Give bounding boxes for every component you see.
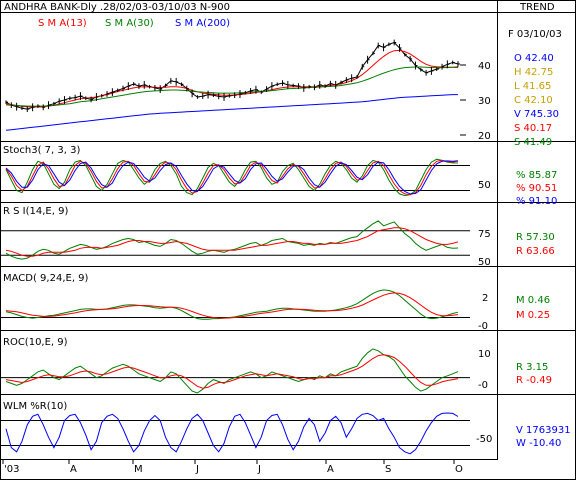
wlm-readout: W -10.40: [516, 438, 561, 449]
series-layer: [0, 39, 470, 455]
quote-item: S 40.17: [514, 123, 552, 134]
x-tick-label: O: [455, 464, 463, 475]
x-tick-label: J: [195, 464, 199, 475]
macd-readout: M 0.25: [516, 310, 550, 321]
legend-sma13: S M A(13): [38, 18, 87, 29]
roc-series-roc: [5, 348, 459, 394]
legend-sma30: S M A(30): [105, 18, 154, 29]
macd-series-macd: [5, 289, 459, 320]
price-tick-20: 20: [478, 131, 491, 142]
rsi-readout: R 57.30: [516, 232, 555, 243]
price-panel: [5, 39, 460, 131]
roc-readout: R 3.15: [516, 362, 548, 373]
technical-chart: ANDHRA BANK-Dly .28/02/03-03/10/03 N-900…: [0, 0, 576, 480]
quote-item: C 42.10: [514, 95, 553, 106]
macd-title: MACD( 9,24,E, 9): [3, 273, 89, 284]
roc-readout: R -0.49: [516, 375, 552, 386]
williams-panel: [0, 412, 470, 455]
roc-panel: [0, 348, 470, 394]
quote-item: S 41.49: [514, 137, 552, 148]
stoch-readout: % 90.51: [516, 183, 557, 194]
wlm-tick-50: -50: [476, 434, 492, 445]
quote-item: L 41.65: [514, 81, 551, 92]
stoch-readout: % 91.10: [516, 196, 557, 207]
rsi-title: R S I(14,E, 9): [3, 206, 68, 217]
macd-tick-0: -0: [478, 321, 488, 332]
quote-item: O 42.40: [514, 53, 554, 64]
x-tick-label: J: [257, 464, 261, 475]
macd-readout: M 0.46: [516, 295, 550, 306]
outer-border: [0, 0, 576, 480]
price-tick-30: 30: [478, 96, 491, 107]
quote-date: F 03/10/03: [508, 29, 562, 40]
macd-series-signal: [5, 292, 459, 319]
wlm-readout: V 1763931: [516, 425, 571, 436]
rsi-panel: [0, 220, 470, 260]
stoch-tick-50: 50: [478, 180, 491, 191]
legend-sma200: S M A(200): [175, 18, 230, 29]
quote-item: H 42.75: [514, 67, 553, 78]
x-tick-label: A: [70, 464, 77, 475]
wlm-title: WLM %R(10): [3, 401, 67, 412]
rsi-tick-75: 75: [478, 229, 491, 240]
roc-tick-10: 10: [478, 349, 491, 360]
x-tick-label: '03: [4, 464, 19, 475]
x-tick-label: A: [327, 464, 334, 475]
roc-tick-0: -0: [478, 380, 488, 391]
stochastic-panel: [0, 158, 470, 197]
price-tick-40: 40: [478, 61, 491, 72]
quote-readout: O 42.40 H 42.75 L 41.65 C 42.10 V 745.30 S 40…: [514, 53, 559, 148]
rsi-series-signal: [5, 227, 459, 257]
chart-title: ANDHRA BANK-Dly .28/02/03-03/10/03 N-900: [4, 2, 230, 13]
rsi-tick-50: 50: [478, 257, 491, 268]
trend-label: TREND: [519, 2, 555, 13]
rsi-readout: R 63.66: [516, 246, 555, 257]
roc-series-signal: [5, 354, 459, 389]
quote-item: V 745.30: [514, 109, 559, 120]
x-tick-label: M: [134, 464, 143, 475]
stoch-readout: % 85.87: [516, 170, 557, 181]
roc-title: ROC(10,E, 9): [3, 337, 68, 348]
macd-panel: [0, 289, 470, 320]
macd-tick-2: 2: [482, 293, 488, 304]
stoch-title: Stoch3( 7, 3, 3): [3, 145, 80, 156]
williams-series--r: [5, 412, 459, 455]
x-axis: '03 A M J J A S O: [2, 459, 463, 475]
rsi-series-rsi: [5, 220, 459, 260]
x-tick-label: S: [385, 464, 391, 475]
readout-layer: % 85.87 % 90.51 % 91.10 R 57.30 R 63.66 M 0.4…: [516, 170, 571, 449]
